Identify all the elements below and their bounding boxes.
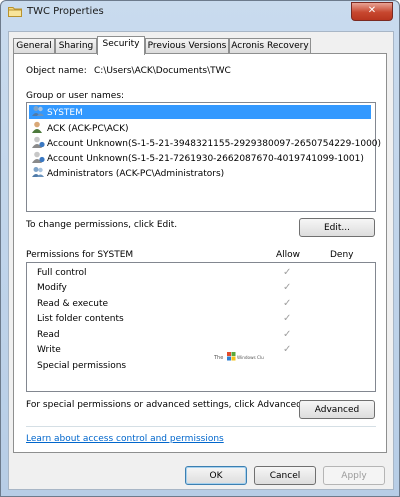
user-name: Account Unknown(S-1-5-21-7261930-2662087…	[47, 154, 364, 164]
object-name-label: Object name:	[26, 66, 87, 76]
ok-button[interactable]: OK	[185, 466, 247, 485]
allow-check-icon: ✓	[283, 329, 292, 340]
folder-icon	[8, 7, 22, 17]
permission-name: Read	[37, 330, 60, 340]
list-item[interactable]: Account Unknown(S-1-5-21-7261930-2662087…	[31, 151, 364, 165]
cancel-button[interactable]: Cancel	[254, 466, 316, 485]
users-icon	[32, 167, 44, 177]
permission-name: List folder contents	[37, 314, 124, 324]
list-item[interactable]: Administrators (ACK-PC\Administrators)	[31, 166, 224, 180]
permissions-title: Permissions for SYSTEM	[26, 250, 134, 260]
list-item[interactable]: SYSTEM	[29, 105, 371, 119]
help-link[interactable]: Learn about access control and permissio…	[26, 434, 224, 444]
object-name-value: C:\Users\ACK\Documents\TWC	[94, 66, 231, 76]
advanced-button[interactable]: Advanced	[299, 400, 375, 419]
user-name: ACK (ACK-PC\ACK)	[47, 124, 129, 134]
group-user-label: Group or user names:	[26, 91, 125, 101]
windows-club-logo-icon: The Windows Club	[214, 352, 264, 361]
allow-check-icon: ✓	[283, 298, 292, 309]
allow-check-icon: ✓	[283, 313, 292, 324]
list-item[interactable]: Account Unknown(S-1-5-21-3948321155-2929…	[31, 136, 381, 150]
svg-text:Windows Club: Windows Club	[237, 355, 264, 360]
change-permissions-text: To change permissions, click Edit.	[26, 220, 178, 230]
user-listbox[interactable]: SYSTEM ACK (ACK-PC\ACK) Account Unknown(…	[26, 102, 381, 212]
user-name: Account Unknown(S-1-5-21-3948321155-2929…	[47, 139, 382, 149]
permission-name: Read & execute	[37, 299, 109, 309]
tab-sharing[interactable]: Sharing	[55, 38, 97, 53]
allow-check-icon: ✓	[283, 267, 292, 278]
unknown-user-icon	[32, 136, 45, 148]
tab-general[interactable]: General	[13, 38, 55, 53]
permission-name: Modify	[37, 283, 67, 293]
title-bar[interactable]: TWC Properties ✕	[1, 1, 399, 24]
users-icon	[32, 106, 44, 116]
tab-acronis-recovery[interactable]: Acronis Recovery	[229, 38, 311, 53]
user-name: SYSTEM	[47, 108, 83, 118]
allow-header: Allow	[276, 250, 301, 260]
properties-window: TWC Properties ✕ General Sharing Securit…	[0, 0, 400, 497]
user-icon	[32, 121, 42, 133]
unknown-user-icon	[32, 151, 45, 163]
dialog-body: General Sharing Security Previous Versio…	[8, 31, 394, 490]
list-item[interactable]: ACK (ACK-PC\ACK)	[31, 121, 128, 135]
permission-name: Special permissions	[37, 361, 127, 371]
divider	[26, 426, 376, 427]
edit-button[interactable]: Edit...	[299, 218, 375, 237]
apply-button[interactable]: Apply	[323, 466, 385, 485]
permission-name: Write	[37, 345, 61, 355]
deny-header: Deny	[330, 250, 354, 260]
allow-check-icon: ✓	[283, 282, 292, 293]
security-panel: Object name: C:\Users\ACK\Documents\TWC …	[13, 53, 387, 453]
allow-check-icon: ✓	[283, 344, 292, 355]
svg-text:The: The	[214, 355, 223, 361]
window-title: TWC Properties	[27, 6, 104, 17]
tab-security[interactable]: Security	[97, 36, 145, 55]
advanced-text: For special permissions or advanced sett…	[26, 400, 305, 410]
user-name: Administrators (ACK-PC\Administrators)	[47, 169, 225, 179]
permission-name: Full control	[37, 268, 87, 278]
close-button[interactable]: ✕	[351, 2, 393, 21]
tab-previous-versions[interactable]: Previous Versions	[145, 38, 229, 53]
permissions-list[interactable]: Full control ✓ Modify ✓ Read & execute ✓…	[26, 262, 376, 392]
